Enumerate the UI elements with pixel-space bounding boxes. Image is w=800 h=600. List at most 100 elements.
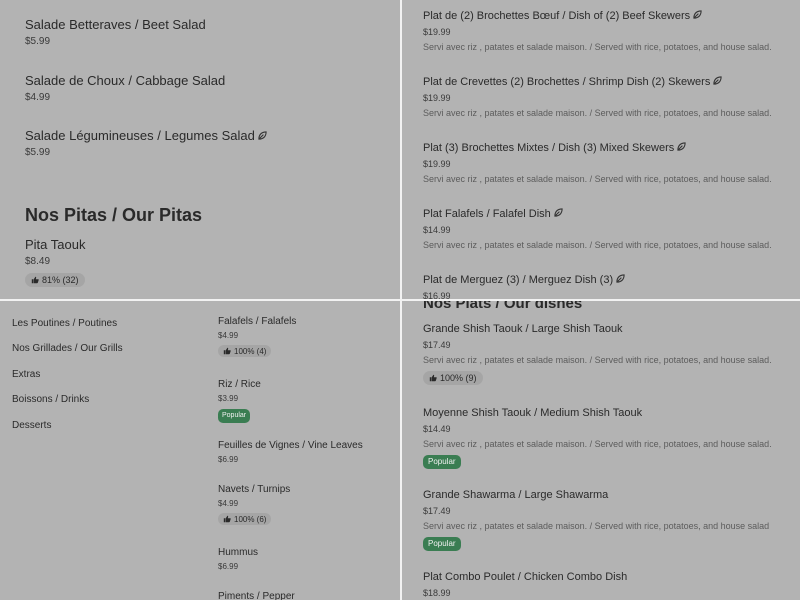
- menu-item-beef-skewers[interactable]: Plat de (2) Brochettes Bœuf / Dish of (2…: [423, 10, 800, 53]
- popular-badge: Popular: [423, 537, 461, 551]
- menu-item-medium-shish-taouk[interactable]: Moyenne Shish Taouk / Medium Shish Taouk…: [423, 407, 800, 469]
- item-name: Salade Betteraves / Beet Salad: [25, 17, 206, 32]
- item-price: $19.99: [423, 159, 451, 169]
- item-price: $5.99: [25, 147, 51, 158]
- item-price: $6.99: [218, 562, 239, 571]
- item-price: $6.99: [218, 455, 239, 464]
- item-name-row: Plat (3) Brochettes Mixtes / Dish (3) Mi…: [423, 142, 800, 155]
- item-name-row: Plat de (2) Brochettes Bœuf / Dish of (2…: [423, 10, 800, 23]
- section-title-pitas: Nos Pitas / Our Pitas: [25, 205, 203, 225]
- item-description: Servi avec riz , patates et salade maiso…: [423, 42, 772, 52]
- item-price: $19.99: [423, 27, 451, 37]
- rating-text: 100% (4): [234, 346, 267, 356]
- section-title-dishes: Nos Plats / Our dishes: [423, 301, 583, 312]
- item-name: Plat (3) Brochettes Mixtes / Dish (3) Mi…: [423, 142, 675, 154]
- menu-item-mixed-skewers[interactable]: Plat (3) Brochettes Mixtes / Dish (3) Mi…: [423, 142, 800, 185]
- leaf-icon: [616, 274, 625, 283]
- item-description: Servi avec riz , patates et salade maiso…: [423, 174, 772, 184]
- category-nav-poutines[interactable]: Les Poutines / Poutines: [12, 318, 117, 330]
- item-price: $5.99: [25, 36, 51, 47]
- menu-panel-bottom-left: Les Poutines / Poutines Nos Grillades / …: [0, 301, 400, 600]
- rating-badge: 100% (6): [218, 513, 272, 525]
- item-price: $4.99: [25, 92, 51, 103]
- item-description: Servi avec riz , patates et salade maiso…: [423, 355, 772, 365]
- thumbs-up-icon: [429, 374, 437, 382]
- menu-item-legumes-salad[interactable]: Salade Légumineuses / Legumes Salad $5.9…: [25, 128, 400, 159]
- item-name: Moyenne Shish Taouk / Medium Shish Taouk: [423, 407, 643, 419]
- item-name: Plat de Crevettes (2) Brochettes / Shrim…: [423, 76, 711, 88]
- rating-text: 81% (32): [42, 275, 79, 285]
- category-nav-grills[interactable]: Nos Grillades / Our Grills: [12, 343, 123, 355]
- item-price: $14.99: [423, 225, 451, 235]
- rating-badge: 100% (4): [218, 345, 272, 357]
- item-price: $17.49: [423, 340, 451, 350]
- rating-badge: 100% (9): [423, 371, 483, 385]
- item-name: Plat de (2) Brochettes Bœuf / Dish of (2…: [423, 10, 691, 22]
- category-nav-desserts[interactable]: Desserts: [12, 420, 51, 432]
- item-description: Servi avec riz , patates et salade maiso…: [423, 439, 772, 449]
- thumbs-up-icon: [31, 276, 39, 284]
- popular-badge: Popular: [423, 455, 461, 469]
- menu-item-rice[interactable]: Riz / Rice $3.99 Popular: [218, 379, 400, 423]
- item-description: Servi avec riz , patates et salade maiso…: [423, 521, 770, 531]
- item-name: Hummus: [218, 547, 259, 558]
- menu-item-beet-salad[interactable]: Salade Betteraves / Beet Salad $5.99: [25, 17, 400, 48]
- leaf-icon: [554, 208, 563, 217]
- menu-item-vine-leaves[interactable]: Feuilles de Vignes / Vine Leaves $6.99: [218, 440, 400, 465]
- leaf-icon: [713, 76, 722, 85]
- menu-item-shrimp-skewers[interactable]: Plat de Crevettes (2) Brochettes / Shrim…: [423, 76, 800, 119]
- leaf-icon: [258, 131, 267, 140]
- item-name: Salade Légumineuses / Legumes Salad: [25, 128, 255, 143]
- item-name: Feuilles de Vignes / Vine Leaves: [218, 440, 363, 451]
- panel-divider-horizontal: [0, 299, 800, 301]
- menu-item-falafel-dish[interactable]: Plat Falafels / Falafel Dish $14.99 Serv…: [423, 208, 800, 251]
- category-nav-drinks[interactable]: Boissons / Drinks: [12, 394, 89, 406]
- thumbs-up-icon: [223, 515, 231, 523]
- item-price: $8.49: [25, 256, 51, 267]
- item-name: Navets / Turnips: [218, 484, 291, 495]
- menu-panel-bottom-right: Nos Plats / Our dishes Grande Shish Taou…: [402, 301, 800, 600]
- item-price: $3.99: [218, 394, 239, 403]
- item-name: Salade de Choux / Cabbage Salad: [25, 73, 226, 88]
- item-name-row: Plat Falafels / Falafel Dish: [423, 208, 800, 221]
- item-name: Plat Falafels / Falafel Dish: [423, 208, 551, 220]
- thumbs-up-icon: [223, 347, 231, 355]
- popular-badge: Popular: [218, 409, 251, 423]
- menu-panel-top-right: Plat de (2) Brochettes Bœuf / Dish of (2…: [402, 0, 800, 299]
- item-price: $4.99: [218, 331, 239, 340]
- item-name: Pita Taouk: [25, 237, 86, 252]
- menu-item-pita-taouk[interactable]: Pita Taouk $8.49 81% (32): [25, 237, 400, 289]
- item-price: $19.99: [423, 93, 451, 103]
- menu-item-hummus[interactable]: Hummus $6.99: [218, 547, 400, 572]
- item-price: $16.99: [423, 291, 451, 299]
- menu-item-cabbage-salad[interactable]: Salade de Choux / Cabbage Salad $4.99: [25, 73, 400, 104]
- menu-item-pepper[interactable]: Piments / Pepper: [218, 591, 400, 600]
- item-name-row: Salade Légumineuses / Legumes Salad: [25, 128, 400, 144]
- item-price: $14.49: [423, 424, 451, 434]
- item-name: Plat Combo Poulet / Chicken Combo Dish: [423, 571, 628, 583]
- rating-text: 100% (6): [234, 514, 267, 524]
- item-name: Grande Shish Taouk / Large Shish Taouk: [423, 323, 623, 335]
- item-name: Plat de Merguez (3) / Merguez Dish (3): [423, 274, 614, 286]
- rating-text: 100% (9): [440, 373, 477, 383]
- item-price: $17.49: [423, 506, 451, 516]
- menu-item-falafels[interactable]: Falafels / Falafels $4.99 100% (4): [218, 316, 400, 360]
- menu-item-large-shish-taouk[interactable]: Grande Shish Taouk / Large Shish Taouk $…: [423, 323, 800, 387]
- menu-item-chicken-combo[interactable]: Plat Combo Poulet / Chicken Combo Dish $…: [423, 571, 800, 599]
- item-name: Grande Shawarma / Large Shawarma: [423, 489, 609, 501]
- rating-badge: 81% (32): [25, 273, 85, 287]
- item-name: Piments / Pepper: [218, 591, 295, 600]
- item-price: $18.99: [423, 588, 451, 598]
- menu-panel-top-left: Salade Betteraves / Beet Salad $5.99 Sal…: [0, 0, 400, 299]
- menu-item-large-shawarma[interactable]: Grande Shawarma / Large Shawarma $17.49 …: [423, 489, 800, 551]
- item-price: $4.99: [218, 499, 239, 508]
- menu-item-merguez-dish[interactable]: Plat de Merguez (3) / Merguez Dish (3) $…: [423, 274, 800, 299]
- item-name: Falafels / Falafels: [218, 316, 297, 327]
- item-name: Riz / Rice: [218, 379, 261, 390]
- leaf-icon: [677, 142, 686, 151]
- item-name-row: Plat de Crevettes (2) Brochettes / Shrim…: [423, 76, 800, 89]
- item-description: Servi avec riz , patates et salade maiso…: [423, 108, 772, 118]
- menu-item-turnips[interactable]: Navets / Turnips $4.99 100% (6): [218, 484, 400, 528]
- item-description: Servi avec riz , patates et salade maiso…: [423, 240, 772, 250]
- category-nav-extras[interactable]: Extras: [12, 369, 40, 381]
